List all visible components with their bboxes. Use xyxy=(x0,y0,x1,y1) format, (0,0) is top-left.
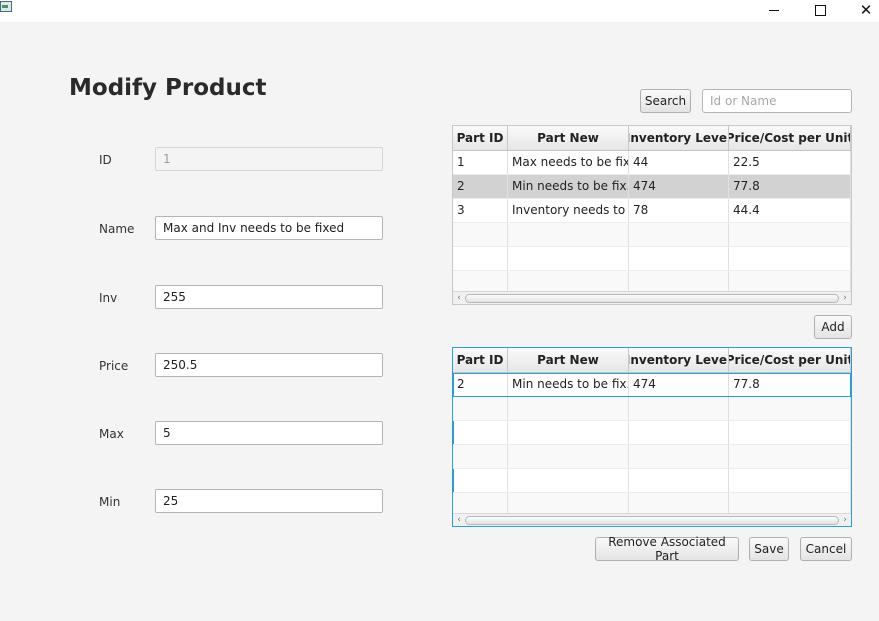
max-field[interactable] xyxy=(155,421,383,445)
cell-part-name xyxy=(508,469,629,492)
name-label: Name xyxy=(99,222,135,236)
scroll-left-icon[interactable]: ‹ xyxy=(454,514,464,526)
table-row[interactable]: 2 Min needs to be fix... 474 77.8 xyxy=(453,373,851,397)
cell-price: 22.5 xyxy=(729,151,851,174)
cell-part-name: Min needs to be fix... xyxy=(508,175,629,198)
scroll-left-icon[interactable]: ‹ xyxy=(454,292,464,304)
associated-table-body: 2 Min needs to be fix... 474 77.8 xyxy=(453,373,851,517)
cell-inventory-level xyxy=(629,445,729,468)
add-button[interactable]: Add xyxy=(814,315,852,339)
associated-table-header: Part ID Part New Inventory Level Price/C… xyxy=(453,348,851,373)
cell-part-id: 3 xyxy=(453,199,508,222)
cell-part-id: 1 xyxy=(453,151,508,174)
cell-part-id xyxy=(453,247,508,270)
cell-inventory-level xyxy=(629,397,729,420)
cell-inventory-level xyxy=(629,469,729,492)
column-header-part-id[interactable]: Part ID xyxy=(453,348,508,372)
cell-part-id xyxy=(453,469,508,492)
table-row[interactable]: 3 Inventory needs to ... 78 44.4 xyxy=(453,199,851,223)
cell-part-name xyxy=(508,247,629,270)
cell-inventory-level xyxy=(629,223,729,246)
column-header-price[interactable]: Price/Cost per Unit xyxy=(729,126,851,150)
cell-part-name xyxy=(508,223,629,246)
empty-table-row xyxy=(453,247,851,271)
cell-inventory-level xyxy=(629,247,729,270)
cell-part-id xyxy=(453,445,508,468)
empty-table-row xyxy=(453,445,851,469)
cell-part-name: Min needs to be fix... xyxy=(508,373,629,396)
cell-part-id: 2 xyxy=(453,175,508,198)
window-titlebar: ✕ xyxy=(0,0,879,22)
empty-table-row xyxy=(453,421,851,445)
column-header-inventory-level[interactable]: Inventory Level xyxy=(629,126,729,150)
minimize-button[interactable] xyxy=(752,0,796,20)
cell-price xyxy=(729,397,851,420)
cell-price xyxy=(729,469,851,492)
cell-price: 44.4 xyxy=(729,199,851,222)
associated-parts-table[interactable]: Part ID Part New Inventory Level Price/C… xyxy=(452,347,852,527)
cell-price xyxy=(729,421,851,444)
cell-part-name xyxy=(508,397,629,420)
table-row[interactable]: 2 Min needs to be fix... 474 77.8 xyxy=(453,175,851,199)
save-button[interactable]: Save xyxy=(749,537,789,561)
column-header-part-id[interactable]: Part ID xyxy=(453,126,508,150)
cell-inventory-level xyxy=(629,421,729,444)
id-label: ID xyxy=(99,153,112,167)
empty-table-row xyxy=(453,397,851,421)
remove-associated-part-button[interactable]: Remove Associated Part xyxy=(595,535,739,563)
parts-table-header: Part ID Part New Inventory Level Price/C… xyxy=(453,126,851,151)
app-icon xyxy=(0,1,12,12)
column-header-inventory-level[interactable]: Inventory Level xyxy=(629,348,729,372)
inv-label: Inv xyxy=(99,291,118,305)
min-label: Min xyxy=(99,495,121,509)
empty-table-row xyxy=(453,223,851,247)
inv-field[interactable] xyxy=(155,285,383,309)
scroll-right-icon[interactable]: › xyxy=(840,514,850,526)
close-icon: ✕ xyxy=(859,0,873,19)
close-button[interactable]: ✕ xyxy=(844,0,879,20)
cell-part-name xyxy=(508,445,629,468)
column-header-price[interactable]: Price/Cost per Unit xyxy=(729,348,851,372)
search-input[interactable] xyxy=(702,89,852,113)
scroll-right-icon[interactable]: › xyxy=(840,292,850,304)
page-title: Modify Product xyxy=(69,75,267,101)
cell-inventory-level: 44 xyxy=(629,151,729,174)
max-label: Max xyxy=(99,427,124,441)
price-field[interactable] xyxy=(155,353,383,377)
cell-part-name: Inventory needs to ... xyxy=(508,199,629,222)
parts-table-body: 1 Max needs to be fix... 44 22.5 2 Min needs … xyxy=(453,151,851,295)
cell-part-name: Max needs to be fix... xyxy=(508,151,629,174)
column-header-part-name[interactable]: Part New xyxy=(508,126,629,150)
cell-part-id xyxy=(453,223,508,246)
cell-inventory-level: 474 xyxy=(629,175,729,198)
horizontal-scrollbar[interactable]: ‹ › xyxy=(453,513,851,526)
cell-price xyxy=(729,445,851,468)
search-button[interactable]: Search xyxy=(640,89,691,113)
cell-part-id xyxy=(453,421,508,444)
min-field[interactable] xyxy=(155,489,383,513)
price-label: Price xyxy=(99,359,129,373)
minimize-icon xyxy=(769,9,779,11)
cell-part-name xyxy=(508,421,629,444)
empty-table-row xyxy=(453,469,851,493)
cell-price xyxy=(729,223,851,246)
cell-inventory-level: 78 xyxy=(629,199,729,222)
column-header-part-name[interactable]: Part New xyxy=(508,348,629,372)
maximize-icon xyxy=(814,4,826,16)
cell-part-id xyxy=(453,397,508,420)
cell-price xyxy=(729,247,851,270)
parts-table[interactable]: Part ID Part New Inventory Level Price/C… xyxy=(452,125,852,305)
horizontal-scrollbar[interactable]: ‹ › xyxy=(453,291,851,304)
cell-inventory-level: 474 xyxy=(629,373,729,396)
scrollbar-thumb[interactable] xyxy=(465,516,839,525)
scrollbar-thumb[interactable] xyxy=(465,294,839,303)
name-field[interactable] xyxy=(155,216,383,240)
id-field xyxy=(155,147,383,171)
table-row[interactable]: 1 Max needs to be fix... 44 22.5 xyxy=(453,151,851,175)
cell-price: 77.8 xyxy=(729,175,851,198)
cancel-button[interactable]: Cancel xyxy=(800,537,852,561)
cell-price: 77.8 xyxy=(729,373,851,396)
cell-part-id: 2 xyxy=(453,373,508,396)
maximize-button[interactable] xyxy=(798,0,842,20)
